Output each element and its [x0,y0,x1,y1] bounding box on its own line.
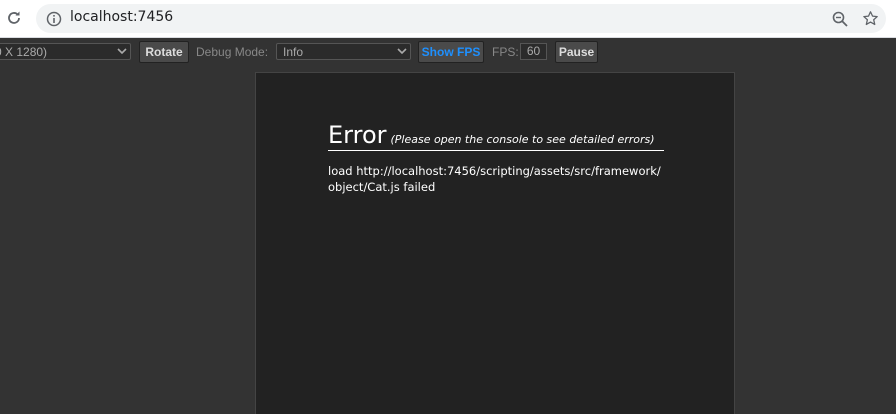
rotate-button[interactable]: Rotate [139,41,189,63]
chevron-down-icon [397,48,407,55]
debug-mode-value: Info [283,45,304,59]
error-message: load http://localhost:7456/scripting/ass… [328,164,661,194]
preview-toolbar: 0 X 1280) Rotate Debug Mode: Info Show F… [0,38,896,68]
chevron-down-icon [117,48,127,55]
star-icon[interactable] [862,10,879,27]
omnibox[interactable]: localhost:7456 [36,4,886,33]
debug-mode-label: Debug Mode: [196,45,269,59]
resolution-value: 0 X 1280) [0,45,48,59]
show-fps-button[interactable]: Show FPS [418,41,484,63]
game-canvas[interactable]: Error (Please open the console to see det… [255,72,735,414]
error-hint: (Please open the console to see detailed… [390,133,655,146]
browser-address-bar: localhost:7456 [0,0,896,38]
fps-label: FPS: [492,45,519,59]
error-title: Error [328,121,387,149]
zoom-icon[interactable] [832,11,848,27]
reload-icon[interactable] [6,10,22,26]
debug-mode-select[interactable]: Info [276,43,411,60]
error-heading: Error (Please open the console to see det… [328,121,664,151]
pause-button[interactable]: Pause [555,41,598,63]
url-text[interactable]: localhost:7456 [70,9,173,25]
fps-input[interactable]: 60 [520,43,547,60]
resolution-select[interactable]: 0 X 1280) [0,43,131,60]
info-icon[interactable] [46,11,62,27]
